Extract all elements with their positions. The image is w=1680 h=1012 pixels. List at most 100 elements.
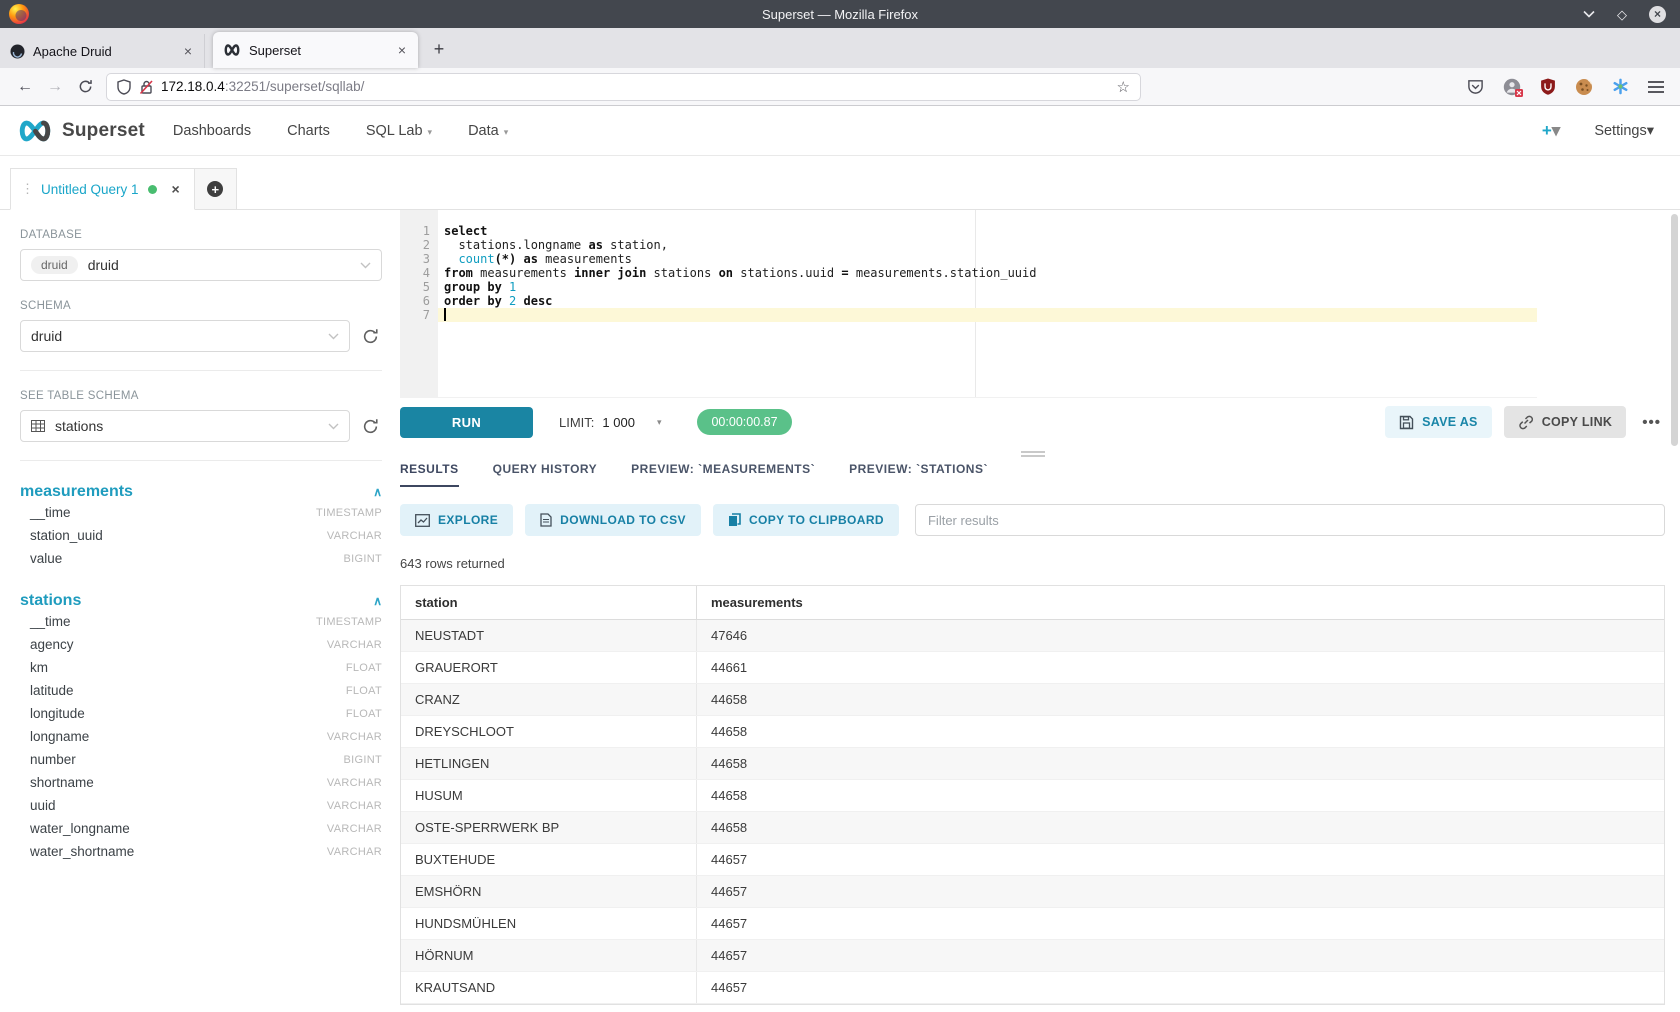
- window-minimize-button[interactable]: [1583, 10, 1595, 18]
- navbar-right: +▾ Settings▾: [1542, 121, 1664, 141]
- code-line[interactable]: group by 1: [438, 280, 1537, 294]
- url-bar[interactable]: 172.18.0.4:32251/superset/sqllab/ ☆: [106, 73, 1141, 101]
- menu-hamburger-icon[interactable]: [1648, 80, 1664, 94]
- window-maximize-button[interactable]: ◇: [1617, 8, 1627, 21]
- sql-editor[interactable]: 1234567 select stations.longname as stat…: [400, 210, 1537, 398]
- table-row[interactable]: HUSUM44658: [401, 780, 1664, 812]
- code-line[interactable]: stations.longname as station,: [438, 238, 1537, 252]
- table-row[interactable]: CRANZ44658: [401, 684, 1664, 716]
- tab-preview-measurements[interactable]: PREVIEW: `MEASUREMENTS`: [631, 462, 815, 485]
- query-tab[interactable]: ⋮ Untitled Query 1 ×: [10, 168, 195, 210]
- bookmark-star-icon[interactable]: ☆: [1117, 78, 1130, 96]
- column-name: km: [30, 660, 48, 675]
- nav-dashboards[interactable]: Dashboards: [173, 123, 251, 139]
- schema-table-name[interactable]: stations: [20, 592, 81, 610]
- copy-clipboard-button[interactable]: COPY TO CLIPBOARD: [713, 504, 899, 536]
- limit-dropdown[interactable]: LIMIT: 1 000 ▾: [559, 415, 661, 430]
- tab-preview-stations[interactable]: PREVIEW: `STATIONS`: [849, 462, 988, 485]
- profile-extension-icon[interactable]: [1503, 78, 1521, 96]
- schema-select[interactable]: druid: [20, 320, 350, 352]
- copy-link-button[interactable]: COPY LINK: [1504, 406, 1627, 438]
- schema-table-name[interactable]: measurements: [20, 483, 133, 501]
- filter-results-input[interactable]: [915, 504, 1665, 536]
- tab-query-history[interactable]: QUERY HISTORY: [493, 462, 598, 485]
- splitter-grip-icon: [1021, 451, 1045, 453]
- caret-down-icon: ▾: [1552, 121, 1561, 140]
- browser-tab-apache-druid[interactable]: Apache Druid ×: [0, 34, 205, 68]
- add-query-tab-button[interactable]: +: [195, 168, 237, 210]
- cell-measurements: 44658: [697, 820, 1664, 835]
- code-line[interactable]: from measurements inner join stations on…: [438, 266, 1537, 280]
- code-line[interactable]: [438, 308, 1537, 322]
- nav-data[interactable]: Data▾: [468, 123, 508, 139]
- column-type: VARCHAR: [327, 731, 382, 743]
- collapse-section-icon[interactable]: ∧: [373, 594, 382, 608]
- cell-station: BUXTEHUDE: [401, 844, 697, 875]
- settings-menu[interactable]: Settings▾: [1594, 123, 1654, 139]
- table-row[interactable]: HÖRNUM44657: [401, 940, 1664, 972]
- ublock-icon[interactable]: [1540, 78, 1556, 95]
- table-row[interactable]: EMSHÖRN44657: [401, 876, 1664, 908]
- sparkle-extension-icon[interactable]: [1612, 78, 1629, 95]
- database-select[interactable]: druid druid: [20, 249, 382, 281]
- query-tab-close-icon[interactable]: ×: [172, 181, 180, 197]
- chevron-down-icon: [328, 333, 339, 340]
- table-row[interactable]: HUNDSMÜHLEN44657: [401, 908, 1664, 940]
- column-type: VARCHAR: [327, 846, 382, 858]
- refresh-schemas-icon[interactable]: [362, 328, 382, 345]
- gutter-line-number: 5: [400, 280, 430, 294]
- editor-code[interactable]: select stations.longname as station, cou…: [438, 210, 1537, 397]
- tracking-shield-icon[interactable]: [117, 79, 131, 95]
- column-name: uuid: [30, 798, 56, 813]
- cell-station: DREYSCHLOOT: [401, 716, 697, 747]
- nav-sql-lab[interactable]: SQL Lab▾: [366, 123, 432, 139]
- more-options-icon[interactable]: •••: [1638, 414, 1665, 431]
- column-name: latitude: [30, 683, 74, 698]
- gutter-line-number: 3: [400, 252, 430, 266]
- back-button[interactable]: ←: [10, 78, 40, 96]
- download-csv-button[interactable]: DOWNLOAD TO CSV: [525, 504, 701, 536]
- code-line[interactable]: order by 2 desc: [438, 294, 1537, 308]
- column-header-station[interactable]: station: [401, 586, 697, 619]
- table-row[interactable]: NEUSTADT47646: [401, 620, 1664, 652]
- table-row[interactable]: GRAUERORT44661: [401, 652, 1664, 684]
- reload-button[interactable]: [70, 79, 100, 94]
- row-count-text: 643 rows returned: [400, 556, 1665, 571]
- save-as-button[interactable]: SAVE AS: [1385, 406, 1492, 438]
- browser-tab-superset[interactable]: Superset ×: [213, 32, 418, 68]
- pocket-icon[interactable]: [1467, 78, 1484, 95]
- tab-results[interactable]: RESULTS: [400, 462, 459, 487]
- pane-scrollbar[interactable]: [1671, 214, 1678, 446]
- forward-button[interactable]: →: [40, 78, 70, 96]
- cell-station: EMSHÖRN: [401, 876, 697, 907]
- table-row[interactable]: DREYSCHLOOT44658: [401, 716, 1664, 748]
- insecure-lock-icon[interactable]: [139, 79, 153, 95]
- code-line[interactable]: count(*) as measurements: [438, 252, 1537, 266]
- table-row[interactable]: BUXTEHUDE44657: [401, 844, 1664, 876]
- table-row[interactable]: KRAUTSAND44657: [401, 972, 1664, 1004]
- nav-charts[interactable]: Charts: [287, 123, 330, 139]
- tab-close-icon[interactable]: ×: [182, 43, 194, 59]
- table-row[interactable]: OSTE-SPERRWERK BP44658: [401, 812, 1664, 844]
- collapse-section-icon[interactable]: ∧: [373, 485, 382, 499]
- schema-column-row: __timeTIMESTAMP: [20, 501, 382, 524]
- tab-close-icon[interactable]: ×: [396, 42, 408, 58]
- window-close-button[interactable]: ×: [1649, 6, 1666, 23]
- table-select[interactable]: stations: [20, 410, 350, 442]
- column-name: shortname: [30, 775, 94, 790]
- superset-brand[interactable]: Superset: [16, 119, 145, 143]
- explore-button[interactable]: EXPLORE: [400, 504, 513, 536]
- drag-handle-icon[interactable]: ⋮: [21, 181, 32, 197]
- new-tab-button[interactable]: +: [424, 34, 454, 64]
- refresh-tables-icon[interactable]: [362, 418, 382, 435]
- new-item-menu[interactable]: +▾: [1542, 121, 1560, 141]
- gutter-line-number: 6: [400, 294, 430, 308]
- schema-column-row: valueBIGINT: [20, 547, 382, 570]
- run-button[interactable]: RUN: [400, 407, 533, 438]
- schema-column-row: uuidVARCHAR: [20, 794, 382, 817]
- cookie-extension-icon[interactable]: [1575, 78, 1593, 96]
- table-row[interactable]: HETLINGEN44658: [401, 748, 1664, 780]
- column-header-measurements[interactable]: measurements: [697, 595, 1664, 610]
- code-line[interactable]: select: [438, 224, 1537, 238]
- pane-splitter[interactable]: [400, 446, 1665, 462]
